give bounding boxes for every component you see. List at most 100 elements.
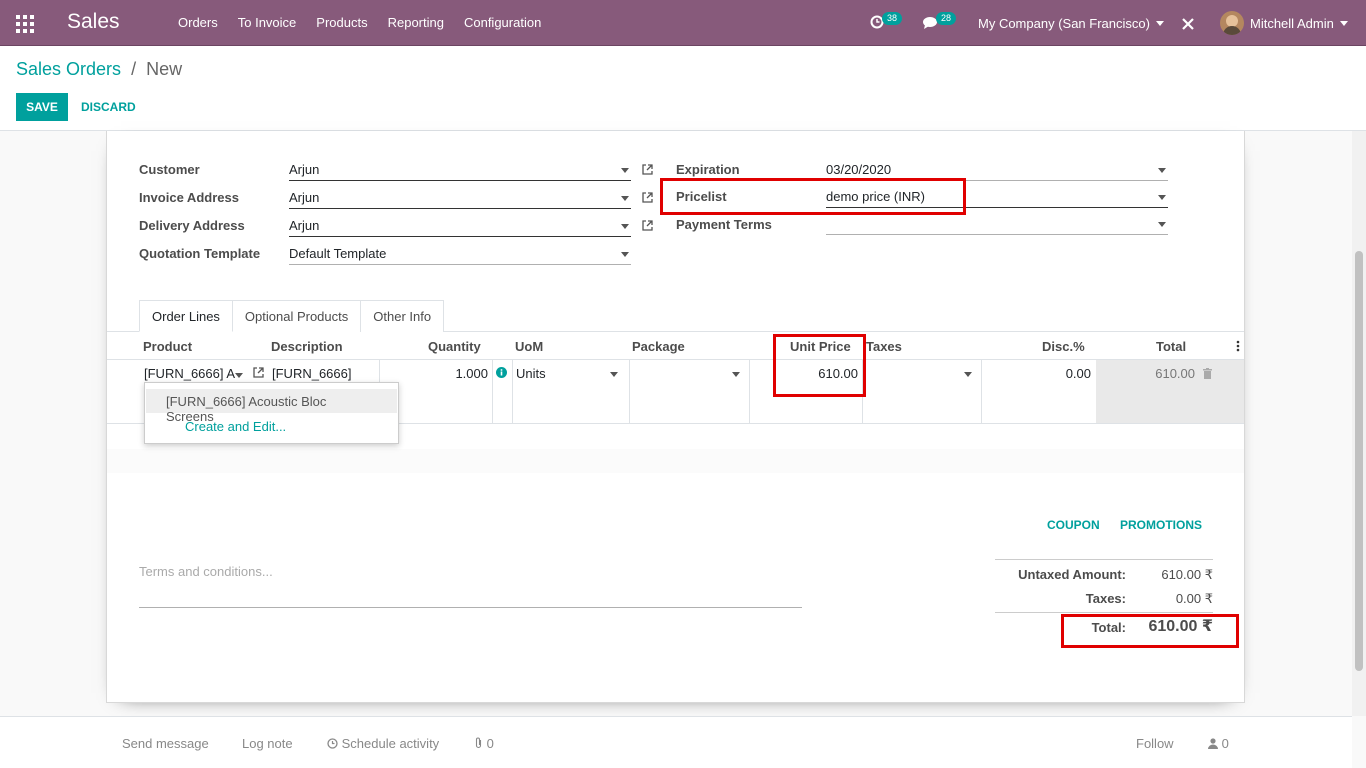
column-disc[interactable]: Disc.% [1042, 339, 1085, 354]
product-autocomplete: [FURN_6666] Acoustic Bloc Screens Create… [144, 382, 399, 444]
column-product[interactable]: Product [143, 339, 192, 354]
notebook-tabs: Order Lines Optional Products Other Info [139, 300, 445, 332]
external-link-icon[interactable] [641, 191, 654, 204]
discard-button[interactable]: DISCARD [81, 93, 136, 121]
totals-top-border [995, 559, 1213, 560]
column-options-icon[interactable] [1236, 340, 1240, 352]
customer-label: Customer [139, 162, 200, 177]
customer-field[interactable]: Arjun [289, 160, 631, 181]
untaxed-amount-label: Untaxed Amount: [1018, 567, 1126, 582]
column-quantity[interactable]: Quantity [428, 339, 481, 354]
chevron-down-icon[interactable] [621, 224, 629, 229]
uom-select[interactable]: Units [516, 366, 624, 381]
activity-badge: 38 [882, 12, 903, 25]
column-total[interactable]: Total [1156, 339, 1186, 354]
menu-to-invoice[interactable]: To Invoice [228, 15, 307, 30]
create-and-edit-link[interactable]: Create and Edit... [185, 419, 286, 434]
menu-orders[interactable]: Orders [168, 15, 228, 30]
log-note-button[interactable]: Log note [242, 736, 293, 751]
tab-other-info[interactable]: Other Info [360, 300, 445, 332]
info-icon[interactable] [496, 367, 507, 378]
chevron-down-icon[interactable] [1158, 222, 1166, 227]
col-divider [981, 360, 982, 423]
follow-button[interactable]: Follow [1136, 736, 1174, 751]
breadcrumb-current: New [146, 59, 183, 79]
invoice-address-field[interactable]: Arjun [289, 188, 631, 209]
payment-terms-field[interactable] [826, 214, 1168, 235]
column-taxes[interactable]: Taxes [866, 339, 902, 354]
quotation-template-field[interactable]: Default Template [289, 244, 631, 265]
page-scrollbar[interactable] [1352, 131, 1366, 716]
followers-button[interactable]: 0 [1208, 736, 1229, 751]
chevron-down-icon[interactable] [1158, 168, 1166, 173]
chevron-down-icon[interactable] [732, 372, 740, 377]
trash-icon[interactable] [1203, 368, 1212, 379]
autocomplete-option[interactable]: [FURN_6666] Acoustic Bloc Screens [146, 389, 397, 424]
delivery-address-field[interactable]: Arjun [289, 216, 631, 237]
header-row-border [107, 359, 1244, 360]
untaxed-amount-value: 610.00 ₹ [1161, 567, 1213, 582]
control-panel: Sales Orders / New SAVE DISCARD [0, 46, 1366, 131]
col-divider [512, 360, 513, 423]
chevron-down-icon[interactable] [621, 196, 629, 201]
column-package[interactable]: Package [632, 339, 685, 354]
save-button[interactable]: SAVE [16, 93, 68, 121]
app-title[interactable]: Sales [67, 10, 120, 34]
col-divider [629, 360, 630, 423]
invoice-address-label: Invoice Address [139, 190, 239, 205]
totals-divider [995, 612, 1213, 613]
top-navbar: Sales Orders To Invoice Products Reporti… [0, 0, 1366, 46]
promotions-button[interactable]: PROMOTIONS [1120, 518, 1202, 532]
scrollbar-thumb[interactable] [1355, 251, 1363, 671]
messages-badge: 28 [936, 12, 957, 25]
chevron-down-icon[interactable] [621, 168, 629, 173]
quantity-input[interactable]: 1.000 [420, 366, 488, 381]
menu-reporting[interactable]: Reporting [378, 15, 454, 30]
chevron-down-icon[interactable] [235, 373, 243, 378]
quotation-template-label: Quotation Template [139, 246, 261, 261]
chatter-bar: Send message Log note Schedule activity … [0, 716, 1352, 768]
followers-count: 0 [1221, 736, 1229, 751]
column-uom[interactable]: UoM [515, 339, 543, 354]
external-link-icon[interactable] [641, 219, 654, 232]
clock-icon [327, 738, 338, 749]
external-link-icon[interactable] [641, 163, 654, 176]
terms-field[interactable]: Terms and conditions... [139, 562, 802, 608]
attachments-button[interactable]: 0 [474, 736, 494, 751]
chevron-down-icon[interactable] [964, 372, 972, 377]
package-select[interactable] [632, 366, 744, 384]
col-divider [749, 360, 750, 423]
col-divider [492, 360, 493, 423]
chevron-down-icon[interactable] [1158, 195, 1166, 200]
unit-price-highlight [773, 334, 866, 397]
main-menu: Orders To Invoice Products Reporting Con… [168, 15, 551, 30]
chevron-down-icon [1339, 20, 1348, 26]
taxes-select[interactable] [866, 366, 976, 384]
chevron-down-icon[interactable] [610, 372, 618, 377]
payment-terms-label: Payment Terms [676, 217, 772, 232]
menu-configuration[interactable]: Configuration [454, 15, 551, 30]
quotation-template-value: Default Template [289, 246, 387, 261]
coupon-button[interactable]: COUPON [1047, 518, 1100, 532]
tab-optional-products[interactable]: Optional Products [231, 300, 362, 332]
column-description[interactable]: Description [271, 339, 343, 354]
attachments-count: 0 [486, 736, 494, 751]
menu-products[interactable]: Products [306, 15, 377, 30]
schedule-activity-button[interactable]: Schedule activity [327, 736, 439, 751]
chevron-down-icon[interactable] [621, 252, 629, 257]
tab-order-lines[interactable]: Order Lines [139, 300, 233, 332]
delivery-address-label: Delivery Address [139, 218, 245, 233]
description-input[interactable]: [FURN_6666] [272, 366, 351, 381]
send-message-button[interactable]: Send message [122, 736, 209, 751]
user-menu[interactable]: Mitchell Admin [1250, 0, 1348, 46]
user-name: Mitchell Admin [1250, 15, 1334, 31]
debug-tools-icon[interactable] [1181, 17, 1195, 31]
breadcrumb-sales-orders[interactable]: Sales Orders [16, 59, 121, 79]
company-switcher[interactable]: My Company (San Francisco) [978, 0, 1164, 46]
external-link-icon[interactable] [252, 366, 265, 379]
user-avatar[interactable] [1220, 11, 1244, 35]
paperclip-icon [475, 737, 482, 749]
discount-input[interactable]: 0.00 [1000, 366, 1091, 381]
apps-grid-icon[interactable] [16, 15, 34, 33]
expiration-label: Expiration [676, 162, 740, 177]
